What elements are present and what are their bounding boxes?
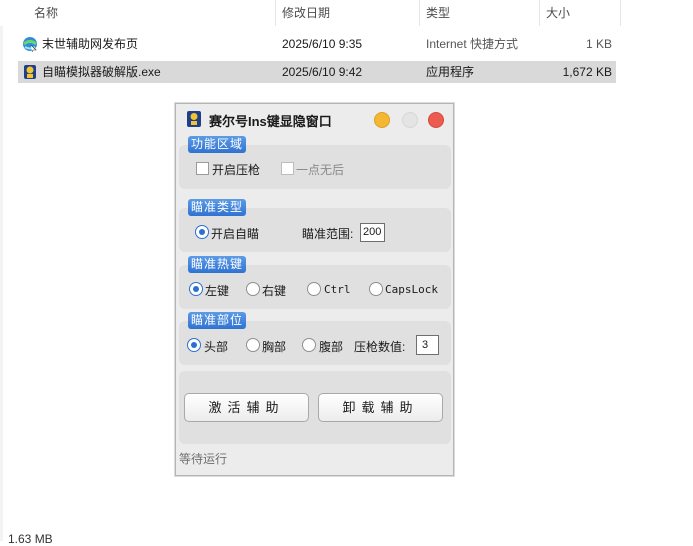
file-row[interactable]: 末世辅助网发布页 2025/6/10 9:35 Internet 快捷方式 1 … — [18, 33, 616, 55]
app-exe-icon — [24, 65, 36, 79]
app-icon — [187, 111, 201, 127]
part-chest-label[interactable]: 胸部 — [262, 338, 286, 355]
part-belly-radio[interactable] — [302, 338, 316, 352]
recoil-value-label: 压枪数值: — [354, 340, 406, 354]
column-type[interactable]: 类型 — [420, 0, 539, 26]
no-recoil-checkbox — [281, 162, 294, 175]
recoil-checkbox-label[interactable]: 开启压枪 — [212, 161, 260, 178]
file-name: 自瞄模拟器破解版.exe — [42, 65, 161, 79]
unload-button[interactable]: 卸载辅助 — [318, 393, 443, 422]
group-aim-type: 瞄准类型 开启自瞄 瞄准范围: 200 — [179, 199, 451, 252]
hotkey-ctrl-label[interactable]: Ctrl — [324, 283, 351, 296]
recoil-checkbox[interactable] — [196, 162, 209, 175]
group-label: 功能区域 — [188, 136, 247, 153]
hotkey-right-label[interactable]: 右键 — [262, 282, 286, 299]
part-head-label[interactable]: 头部 — [204, 338, 228, 355]
cheat-dialog-window: 赛尔号Ins键显隐窗口 功能区域 开启压枪 一点无后 瞄准类型 开启自瞄 瞄准范… — [175, 103, 454, 476]
hotkey-ctrl-radio[interactable] — [307, 282, 321, 296]
auto-aim-radio-label[interactable]: 开启自瞄 — [211, 225, 259, 242]
recoil-value-input[interactable]: 3 — [416, 335, 439, 355]
column-size[interactable]: 大小 — [540, 0, 620, 26]
aim-range-label: 瞄准范围: — [302, 227, 354, 241]
part-belly-label[interactable]: 腹部 — [319, 338, 343, 355]
file-size: 1 KB — [585, 37, 612, 51]
file-row-selected[interactable]: 自瞄模拟器破解版.exe 2025/6/10 9:42 应用程序 1,672 K… — [18, 61, 616, 83]
status-text: 等待运行 — [179, 452, 228, 466]
file-size: 1,672 KB — [562, 65, 612, 79]
file-modified: 2025/6/10 9:35 — [282, 37, 363, 51]
group-function-area: 功能区域 开启压枪 一点无后 — [179, 136, 451, 189]
file-name: 末世辅助网发布页 — [42, 37, 139, 51]
hotkey-left-radio[interactable] — [189, 282, 203, 296]
column-modified[interactable]: 修改日期 — [276, 0, 419, 26]
file-type: 应用程序 — [426, 65, 475, 79]
hotkey-capslock-radio[interactable] — [369, 282, 383, 296]
part-chest-radio[interactable] — [246, 338, 260, 352]
close-button[interactable] — [428, 112, 444, 128]
column-header: ⌃ 名称 修改日期 类型 大小 — [0, 0, 693, 26]
hotkey-left-label[interactable]: 左键 — [205, 282, 229, 299]
maximize-button[interactable] — [402, 112, 418, 128]
group-label: 瞄准类型 — [188, 199, 247, 216]
column-divider[interactable] — [620, 0, 621, 26]
minimize-button[interactable] — [374, 112, 390, 128]
column-name[interactable]: 名称 — [28, 0, 275, 26]
no-recoil-checkbox-label: 一点无后 — [296, 163, 345, 177]
hotkey-right-radio[interactable] — [246, 282, 260, 296]
activate-button[interactable]: 激活辅助 — [184, 393, 309, 422]
hotkey-capslock-label[interactable]: CapsLock — [385, 283, 438, 296]
group-label: 瞄准热键 — [188, 256, 247, 273]
nav-pane-edge — [0, 26, 3, 541]
file-modified: 2025/6/10 9:42 — [282, 65, 363, 79]
status-bar-size: 1.63 MB — [8, 532, 53, 546]
group-aim-part: 瞄准部位 头部 胸部 腹部 压枪数值: 3 — [179, 312, 451, 365]
group-aim-hotkey: 瞄准热键 左键 右键 Ctrl CapsLock — [179, 256, 451, 309]
auto-aim-radio[interactable] — [195, 225, 209, 239]
aim-range-input[interactable]: 200 — [360, 223, 385, 242]
file-type: Internet 快捷方式 — [426, 37, 519, 51]
part-head-radio[interactable] — [187, 338, 201, 352]
dialog-titlebar[interactable]: 赛尔号Ins键显隐窗口 — [176, 104, 453, 134]
group-label: 瞄准部位 — [188, 312, 247, 329]
dialog-title: 赛尔号Ins键显隐窗口 — [209, 114, 332, 129]
internet-shortcut-icon — [23, 37, 37, 52]
